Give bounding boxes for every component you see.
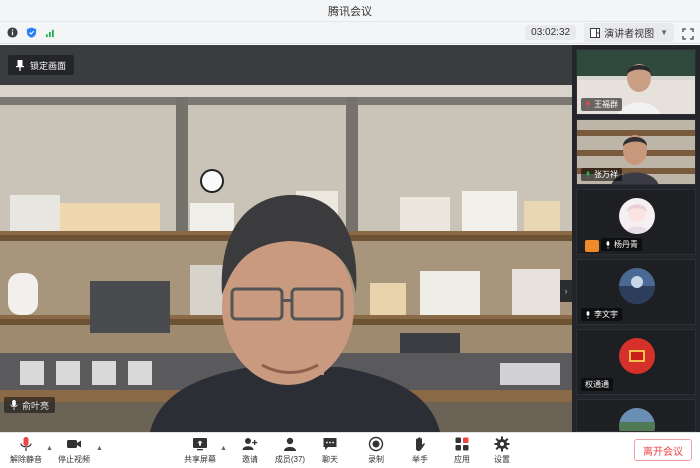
view-mode-label: 演讲者视图	[604, 29, 655, 40]
participant-tile[interactable]	[576, 399, 696, 432]
participant-avatar	[619, 408, 655, 431]
apps-button[interactable]: 应用	[440, 436, 484, 468]
pin-screen-button[interactable]: 锁定画面	[8, 55, 75, 75]
mic-muted-icon	[20, 437, 32, 451]
mic-icon	[10, 400, 18, 410]
stop-video-button[interactable]: 停止视频	[52, 436, 96, 468]
participant-avatar	[619, 198, 655, 234]
share-screen-button[interactable]: 共享屏幕	[178, 436, 222, 468]
mic-icon	[586, 310, 590, 319]
meeting-info-bar: 03:02:32 演讲者视图 ▼	[0, 22, 700, 44]
participant-name-tag: 李文宇	[581, 308, 622, 321]
grid-view-icon	[590, 27, 601, 38]
speaker-name-tag: 俞叶亮	[4, 397, 56, 413]
video-off-icon	[585, 240, 599, 252]
participant-tile[interactable]: 王福群	[576, 49, 696, 115]
view-mode-dropdown[interactable]: 演讲者视图 ▼	[584, 23, 674, 42]
chevron-right-icon: ›	[564, 286, 568, 296]
unmute-label: 解除静音	[10, 455, 42, 464]
participant-tile[interactable]: 张万祥	[576, 119, 696, 185]
members-icon	[284, 437, 296, 451]
participant-avatar	[619, 338, 655, 374]
participant-name-tag: 杨丹青	[601, 238, 642, 251]
mic-icon	[606, 240, 610, 249]
participant-avatar	[619, 268, 655, 304]
meeting-timer: 03:02:32	[525, 25, 577, 40]
unmute-button[interactable]: 解除静音	[4, 436, 48, 468]
chat-label: 聊天	[322, 455, 338, 464]
speaker-name: 俞叶亮	[22, 400, 50, 411]
share-screen-label: 共享屏幕	[184, 455, 216, 464]
main-video-stage[interactable]: 锁定画面 俞叶亮 ›	[0, 45, 572, 432]
panel-collapse-button[interactable]: ›	[560, 280, 572, 302]
participant-name: 杨丹青	[614, 240, 638, 249]
participant-name-tag: 张万祥	[581, 168, 622, 181]
settings-label: 设置	[494, 455, 510, 464]
share-screen-icon	[193, 438, 207, 451]
members-button[interactable]: 成员(37)	[268, 436, 312, 468]
apps-label: 应用	[454, 455, 470, 464]
pin-icon	[16, 59, 24, 71]
participant-name-tag: 王福群	[581, 98, 622, 111]
chevron-down-icon: ▼	[660, 28, 668, 37]
participant-name-tag: 权通通	[581, 378, 613, 391]
hand-icon	[416, 437, 425, 451]
signal-icon[interactable]	[44, 27, 56, 39]
gear-icon	[494, 436, 510, 452]
raise-hand-button[interactable]: 举手	[398, 436, 442, 468]
invite-button[interactable]: 邀请	[228, 436, 272, 468]
participant-name: 李文宇	[594, 310, 618, 319]
pin-screen-label: 锁定画面	[30, 60, 67, 71]
add-user-icon	[242, 438, 258, 450]
raise-hand-label: 举手	[412, 455, 428, 464]
participant-panel: 王福群 张万祥 杨丹青 李文宇 权通通	[572, 45, 700, 432]
chat-icon	[323, 438, 337, 450]
chevron-up-icon[interactable]: ▲	[220, 445, 227, 452]
speaker-video-feed	[0, 45, 572, 432]
shield-icon[interactable]	[25, 27, 37, 39]
participant-tile[interactable]: 杨丹青	[576, 189, 696, 255]
record-button[interactable]: 录制	[354, 436, 398, 468]
fullscreen-icon[interactable]	[682, 27, 694, 40]
window-titlebar: 腾讯会议	[0, 0, 700, 22]
meeting-toolbar: 解除静音 ▲ 停止视频 ▲ 共享屏幕 ▲ 邀请 成员(37) 聊天 录制 举手 …	[0, 432, 700, 468]
stop-video-label: 停止视频	[58, 455, 90, 464]
record-label: 录制	[368, 455, 384, 464]
participant-name: 张万祥	[594, 170, 618, 179]
info-icon[interactable]	[6, 27, 18, 39]
chat-button[interactable]: 聊天	[308, 436, 352, 468]
invite-label: 邀请	[242, 455, 258, 464]
settings-button[interactable]: 设置	[480, 436, 524, 468]
leave-meeting-button[interactable]: 离开会议	[634, 439, 692, 461]
participant-name: 王福群	[594, 100, 618, 109]
participant-tile[interactable]: 权通通	[576, 329, 696, 395]
members-label: 成员(37)	[274, 455, 306, 464]
window-title: 腾讯会议	[328, 5, 372, 18]
mic-icon	[586, 170, 590, 179]
chevron-up-icon[interactable]: ▲	[96, 445, 103, 452]
record-icon	[368, 436, 384, 452]
mic-muted-icon	[586, 100, 590, 109]
participant-name: 权通通	[585, 380, 609, 389]
participant-tile[interactable]: 李文宇	[576, 259, 696, 325]
apps-grid-icon	[455, 437, 469, 451]
camera-icon	[67, 440, 81, 448]
